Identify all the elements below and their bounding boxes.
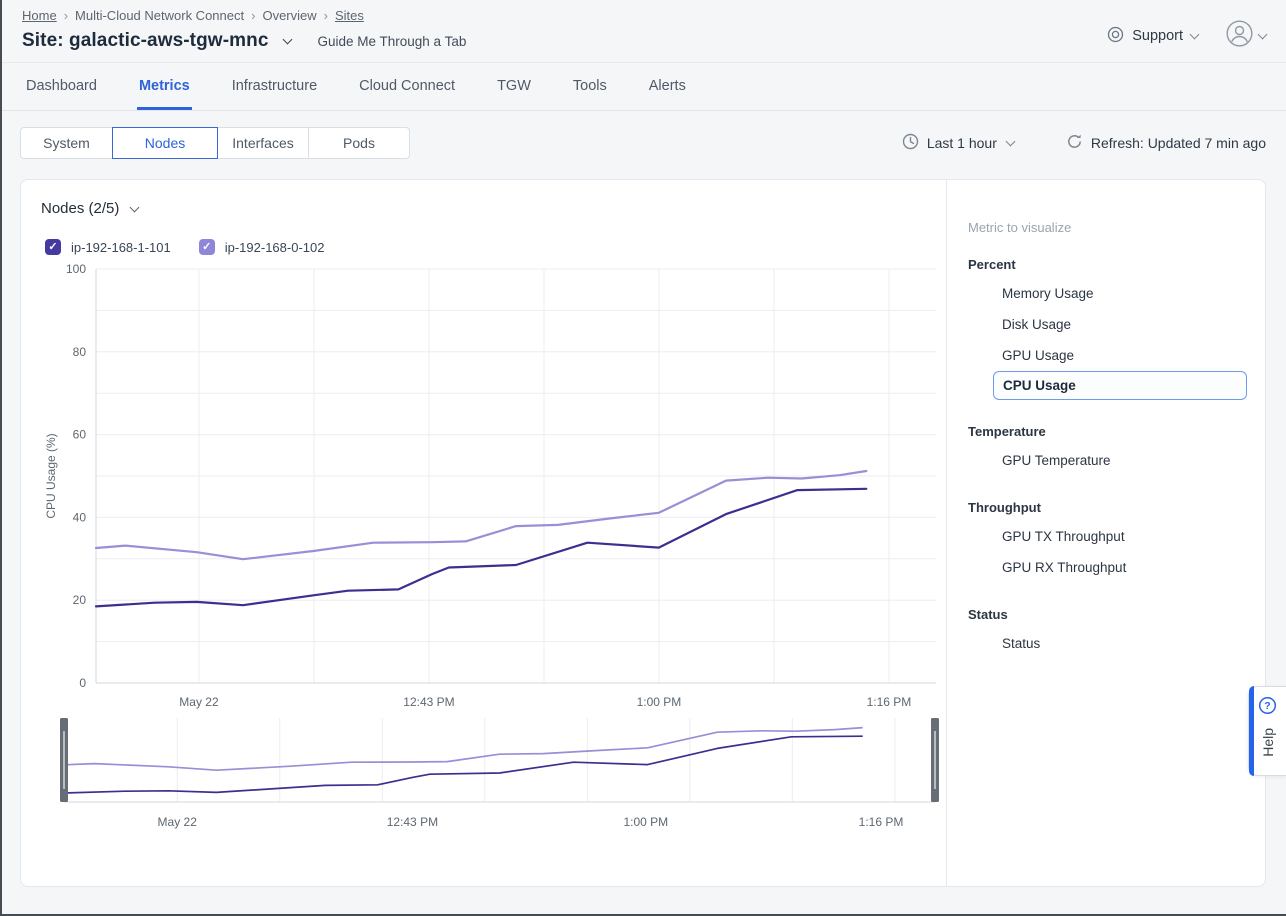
breadcrumb-item-home[interactable]: Home: [22, 8, 57, 23]
svg-text:100: 100: [66, 263, 86, 276]
account-chevron-icon: [1258, 30, 1268, 40]
svg-text:1:00 PM: 1:00 PM: [623, 815, 668, 829]
metric-sidebar: Metric to visualize Percent Memory UsageD…: [946, 180, 1265, 886]
breadcrumb-item-sites[interactable]: Sites: [335, 8, 364, 23]
metric-group-temperature: Temperature: [968, 424, 1247, 439]
avatar-icon: [1226, 20, 1253, 52]
tab-cloud-connect[interactable]: Cloud Connect: [357, 63, 457, 110]
time-range-label: Last 1 hour: [927, 135, 997, 151]
refresh-label: Refresh: Updated 7 min ago: [1091, 135, 1266, 151]
subtab-pods[interactable]: Pods: [308, 127, 410, 159]
legend-item-ip-192-168-1-101[interactable]: ✓ ip-192-168-1-101: [45, 239, 171, 255]
main-tabs: Dashboard Metrics Infrastructure Cloud Conn…: [0, 63, 1286, 111]
guide-me-link[interactable]: Guide Me Through a Tab: [317, 34, 466, 49]
refresh-button[interactable]: Refresh: Updated 7 min ago: [1066, 133, 1266, 153]
metric-item-status[interactable]: Status: [1002, 628, 1247, 659]
metric-item-gpu-rx-throughput[interactable]: GPU RX Throughput: [1002, 552, 1247, 583]
cpu-usage-chart: 0 20 40 60 80 100 CPU Usage (%) May 22 12:43 PM 1…: [41, 263, 946, 715]
metric-group-throughput: Throughput: [968, 500, 1247, 515]
svg-text:1:00 PM: 1:00 PM: [637, 695, 682, 709]
svg-text:May 22: May 22: [179, 695, 219, 709]
tab-alerts[interactable]: Alerts: [647, 63, 688, 110]
svg-text:May 22: May 22: [158, 815, 198, 829]
page-header: Home › Multi-Cloud Network Connect › Overvie…: [0, 0, 1286, 63]
metric-scope-tabs: SystemNodesInterfacesPods: [20, 127, 410, 159]
breadcrumb-separator: ›: [64, 8, 68, 23]
legend-checkbox-icon: ✓: [199, 239, 215, 255]
svg-text:20: 20: [73, 593, 87, 607]
tab-metrics[interactable]: Metrics: [137, 63, 192, 110]
page-title: Site: galactic-aws-tgw-mnc: [22, 30, 268, 52]
tab-dashboard[interactable]: Dashboard: [24, 63, 99, 110]
time-range-selector[interactable]: Last 1 hour: [902, 133, 1014, 153]
metric-item-gpu-usage[interactable]: GPU Usage: [1002, 340, 1247, 371]
support-menu[interactable]: Support: [1107, 26, 1198, 47]
svg-text:?: ?: [1264, 700, 1270, 712]
panel-collapse-chevron-icon[interactable]: [130, 202, 140, 212]
svg-text:1:16 PM: 1:16 PM: [867, 695, 912, 709]
svg-text:12:43 PM: 12:43 PM: [403, 695, 454, 709]
subtab-system[interactable]: System: [20, 127, 112, 159]
question-icon: ?: [1258, 696, 1277, 720]
sidebar-title: Metric to visualize: [968, 220, 1247, 235]
site-dropdown-chevron-icon[interactable]: [283, 35, 293, 45]
svg-text:1:16 PM: 1:16 PM: [859, 815, 904, 829]
brush-handle-left[interactable]: [60, 718, 68, 802]
legend-label: ip-192-168-1-101: [71, 240, 171, 255]
help-button[interactable]: ? Help: [1248, 686, 1286, 776]
support-chevron-icon: [1190, 30, 1200, 40]
svg-text:60: 60: [73, 428, 87, 442]
svg-text:12:43 PM: 12:43 PM: [387, 815, 438, 829]
legend-label: ip-192-168-0-102: [225, 240, 325, 255]
breadcrumb-item-overview: Overview: [262, 8, 316, 23]
legend-checkbox-icon: ✓: [45, 239, 61, 255]
breadcrumb-separator: ›: [251, 8, 255, 23]
brush-handle-right[interactable]: [931, 718, 939, 802]
chart-area: 0 20 40 60 80 100 CPU Usage (%) May 22 12:43 PM 1…: [41, 263, 946, 831]
account-menu[interactable]: [1226, 20, 1266, 52]
chart-legend: ✓ ip-192-168-1-101 ✓ ip-192-168-0-102: [45, 239, 946, 255]
metric-group-status: Status: [968, 607, 1247, 622]
tab-tools[interactable]: Tools: [571, 63, 609, 110]
metric-group-percent: Percent: [968, 257, 1247, 272]
svg-text:80: 80: [73, 345, 87, 359]
metric-item-disk-usage[interactable]: Disk Usage: [1002, 309, 1247, 340]
subtab-interfaces[interactable]: Interfaces: [218, 127, 308, 159]
metric-item-gpu-temperature[interactable]: GPU Temperature: [1002, 445, 1247, 476]
svg-text:40: 40: [73, 510, 87, 524]
support-label: Support: [1132, 28, 1183, 44]
breadcrumb-separator: ›: [324, 8, 328, 23]
tab-tgw[interactable]: TGW: [495, 63, 533, 110]
time-range-chevron-icon: [1005, 137, 1015, 147]
refresh-icon: [1066, 133, 1083, 153]
breadcrumb: Home › Multi-Cloud Network Connect › Overvie…: [22, 8, 466, 23]
subtab-nodes[interactable]: Nodes: [112, 127, 218, 159]
svg-text:0: 0: [79, 676, 86, 690]
tab-infrastructure[interactable]: Infrastructure: [230, 63, 319, 110]
metric-item-cpu-usage[interactable]: CPU Usage: [993, 371, 1247, 400]
breadcrumb-item-multi-cloud-network-connect: Multi-Cloud Network Connect: [75, 8, 244, 23]
support-icon: [1107, 26, 1124, 47]
metric-list: Percent Memory UsageDisk UsageGPU UsageCP…: [968, 257, 1247, 659]
legend-item-ip-192-168-0-102[interactable]: ✓ ip-192-168-0-102: [199, 239, 325, 255]
panel-title: Nodes (2/5): [41, 200, 119, 217]
svg-text:CPU Usage (%): CPU Usage (%): [44, 433, 58, 518]
controls-row: SystemNodesInterfacesPods Last 1 hour Re…: [20, 127, 1266, 159]
metric-item-memory-usage[interactable]: Memory Usage: [1002, 278, 1247, 309]
metric-item-gpu-tx-throughput[interactable]: GPU TX Throughput: [1002, 521, 1247, 552]
chart-brush-navigator[interactable]: May 22 12:43 PM 1:00 PM 1:16 PM: [41, 715, 946, 831]
window-edge-left: [0, 0, 2, 916]
clock-icon: [902, 133, 919, 153]
help-label: Help: [1260, 728, 1276, 757]
nodes-panel: Nodes (2/5) ✓ ip-192-168-1-101 ✓ ip-192-168…: [20, 179, 1266, 887]
